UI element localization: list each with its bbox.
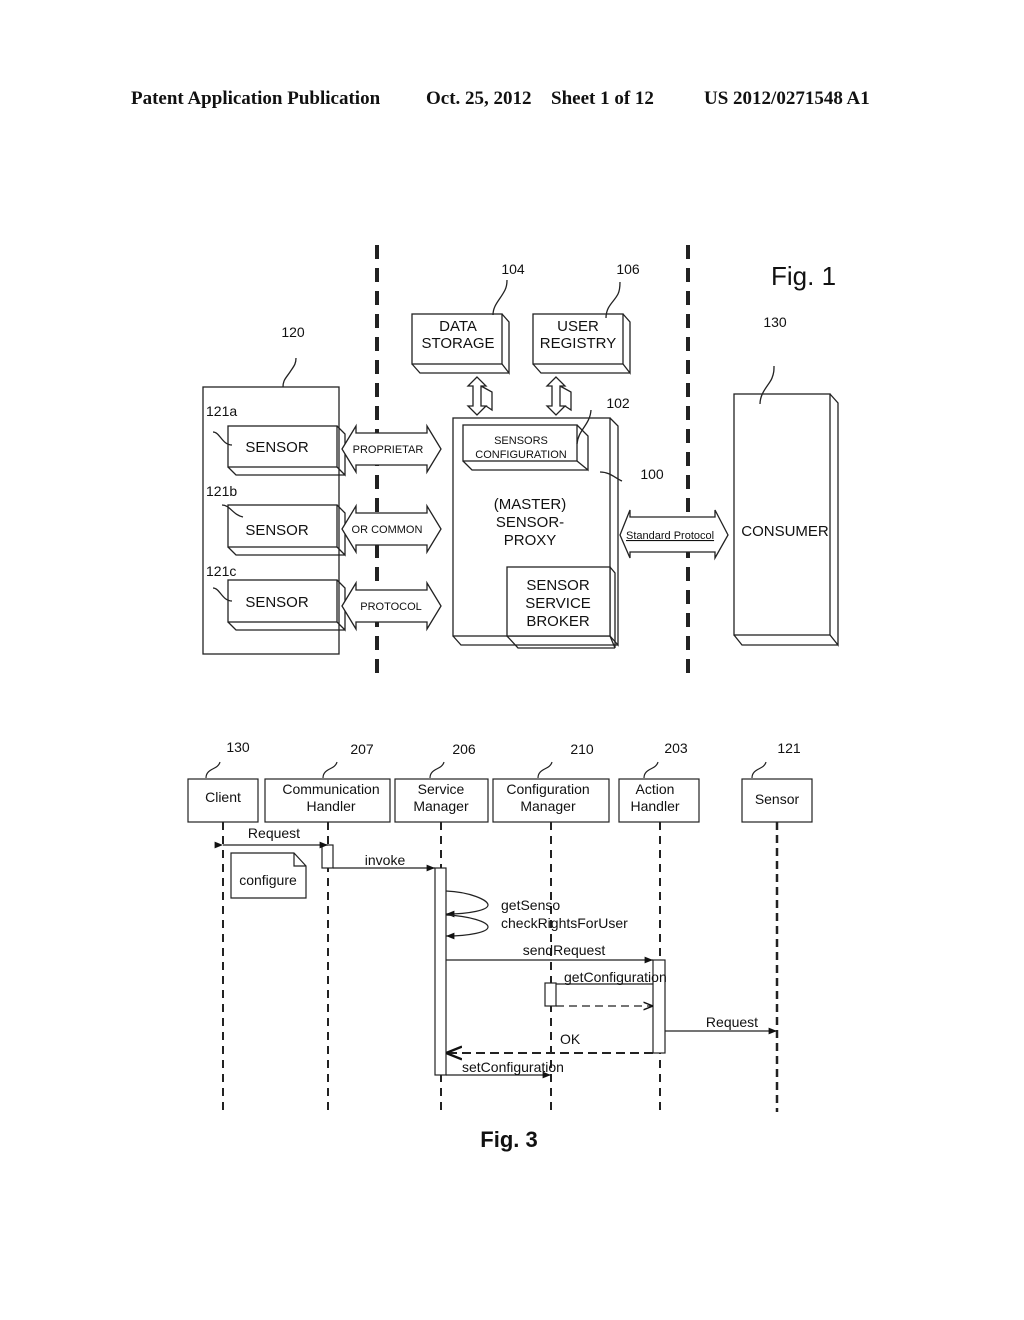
figure-3-title: Fig. 3 — [480, 1127, 537, 1152]
protocol-arrow-2-label: OR COMMON — [352, 524, 423, 536]
leader-line — [282, 357, 297, 388]
standard-protocol-label: Standard Protocol — [626, 530, 714, 542]
lifeline-action-handler-line1: Action — [636, 781, 675, 797]
leader-line — [429, 761, 445, 779]
registry-proxy-arrow — [545, 376, 572, 416]
leader-line — [537, 761, 553, 779]
leader-line — [643, 761, 659, 779]
proxy-line3: PROXY — [504, 532, 557, 549]
ref-100: 100 — [640, 466, 664, 482]
ref-120: 120 — [281, 324, 305, 340]
get-sensor-self-arrow — [445, 890, 489, 918]
lifeline-communication-handler-line2: Handler — [306, 798, 355, 814]
proxy-line1: (MASTER) — [494, 496, 567, 513]
proxy-line2: SENSOR- — [496, 514, 564, 531]
ref-121a: 121a — [206, 403, 237, 419]
ref-130: 130 — [763, 314, 787, 330]
protocol-arrow-1-label: PROPRIETAR — [353, 444, 424, 456]
sensor-request-label: Request — [706, 1014, 758, 1030]
ref-121b: 121b — [206, 483, 237, 499]
send-request-label: sendRequest — [523, 942, 606, 958]
ref-206: 206 — [452, 741, 476, 757]
user-registry-line2: REGISTRY — [540, 335, 616, 352]
configure-note-label: configure — [239, 872, 297, 888]
activation-communication-handler — [321, 844, 334, 869]
consumer-box — [733, 365, 839, 647]
sensor-121a-label: SENSOR — [245, 439, 309, 456]
lifeline-sensor-label: Sensor — [755, 791, 800, 807]
ref-104: 104 — [501, 261, 525, 277]
leader-line — [322, 761, 338, 779]
user-registry-line1: USER — [557, 318, 599, 335]
request-message-label: Request — [248, 825, 300, 841]
ref-121: 121 — [777, 740, 801, 756]
lifeline-communication-handler-line1: Communication — [282, 781, 379, 797]
storage-proxy-arrow — [466, 376, 493, 416]
figures-canvas: Fig. 1 120 121a 121b 121c SENSOR SENSOR … — [187, 245, 839, 1152]
ref-102: 102 — [606, 395, 630, 411]
set-configuration-label: setConfiguration — [462, 1059, 564, 1075]
leader-line — [205, 761, 221, 779]
check-rights-label: checkRightsForUser — [501, 915, 628, 931]
leader-line — [492, 279, 508, 316]
ok-label: OK — [560, 1031, 581, 1047]
sensor-121b-label: SENSOR — [245, 522, 309, 539]
figure-1 — [202, 245, 839, 678]
leader-line — [751, 761, 767, 779]
sensors-configuration-line2: CONFIGURATION — [475, 449, 567, 461]
activation-configuration-manager — [544, 982, 557, 1007]
lifeline-service-manager-line1: Service — [418, 781, 465, 797]
ref-210: 210 — [570, 741, 594, 757]
broker-line1: SENSOR — [526, 577, 590, 594]
get-sensor-label: getSenso — [501, 897, 560, 913]
ref-130-client: 130 — [226, 739, 250, 755]
activation-service-manager — [434, 867, 447, 1076]
check-rights-self-arrow — [445, 914, 489, 940]
ref-106: 106 — [616, 261, 640, 277]
lifeline-action-handler-line2: Handler — [630, 798, 679, 814]
data-storage-line2: STORAGE — [421, 335, 494, 352]
protocol-arrow-3-label: PROTOCOL — [360, 601, 422, 613]
invoke-message-label: invoke — [365, 852, 406, 868]
sensor-121c-label: SENSOR — [245, 594, 309, 611]
figure-1-title: Fig. 1 — [771, 261, 836, 291]
consumer-label: CONSUMER — [741, 523, 829, 540]
ref-121c: 121c — [206, 563, 236, 579]
broker-line3: BROKER — [526, 613, 590, 630]
sensors-configuration-line1: SENSORS — [494, 435, 548, 447]
lifeline-configuration-manager-line1: Configuration — [506, 781, 589, 797]
lifeline-configuration-manager-line2: Manager — [520, 798, 576, 814]
figure-3-text: 130 207 206 210 203 121 Client Communica… — [205, 739, 801, 1152]
data-storage-line1: DATA — [439, 318, 477, 335]
get-configuration-label: getConfiguration — [564, 969, 667, 985]
lifeline-client-label: Client — [205, 789, 241, 805]
leader-line — [605, 281, 621, 319]
lifeline-service-manager-line2: Manager — [413, 798, 469, 814]
broker-line2: SERVICE — [525, 595, 591, 612]
ref-207: 207 — [350, 741, 374, 757]
ref-203: 203 — [664, 740, 688, 756]
